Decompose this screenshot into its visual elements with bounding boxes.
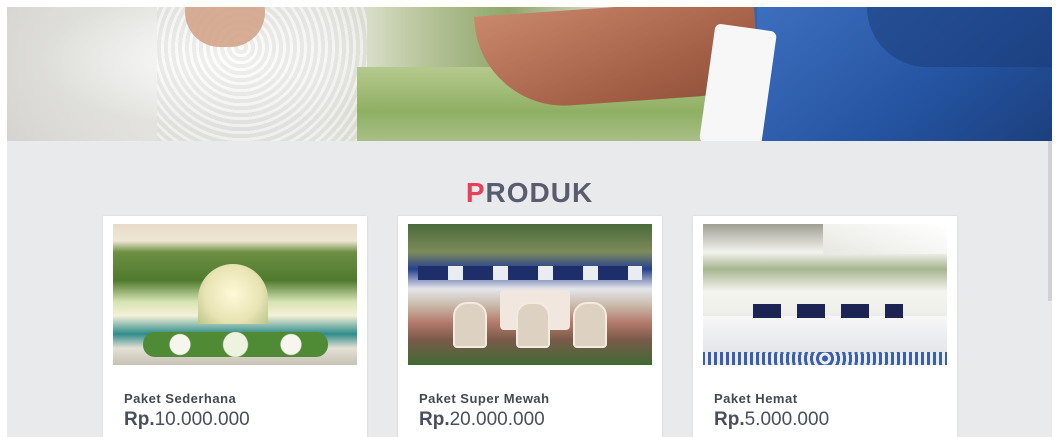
product-price: Rp.5.000.000	[714, 409, 829, 431]
page: PRODUK Paket Sederhana Rp.10.000.000 Pak…	[7, 7, 1052, 437]
product-card-paket-sederhana[interactable]: Paket Sederhana Rp.10.000.000	[103, 216, 367, 437]
product-price: Rp.10.000.000	[124, 409, 250, 431]
product-card-paket-hemat[interactable]: Paket Hemat Rp.5.000.000	[693, 216, 957, 437]
price-amount: 10.000.000	[154, 409, 250, 430]
price-amount: 5.000.000	[744, 409, 830, 430]
hero-banner	[7, 7, 1052, 141]
section-title-rest: RODUK	[485, 177, 594, 208]
price-amount: 20.000.000	[449, 409, 545, 430]
product-card-paket-super-mewah[interactable]: Paket Super Mewah Rp.20.000.000	[398, 216, 662, 437]
scrollbar[interactable]	[1048, 141, 1052, 301]
product-image[interactable]	[703, 224, 947, 365]
product-name[interactable]: Paket Super Mewah	[419, 391, 550, 406]
section-title-first-letter: P	[465, 177, 486, 208]
price-currency: Rp.	[714, 409, 745, 430]
product-image[interactable]	[408, 224, 652, 365]
price-currency: Rp.	[124, 409, 155, 430]
product-image[interactable]	[113, 224, 357, 365]
product-price: Rp.20.000.000	[419, 409, 545, 431]
product-name[interactable]: Paket Hemat	[714, 391, 798, 406]
price-currency: Rp.	[419, 409, 450, 430]
section-title: PRODUK	[7, 177, 1052, 209]
product-name[interactable]: Paket Sederhana	[124, 391, 236, 406]
